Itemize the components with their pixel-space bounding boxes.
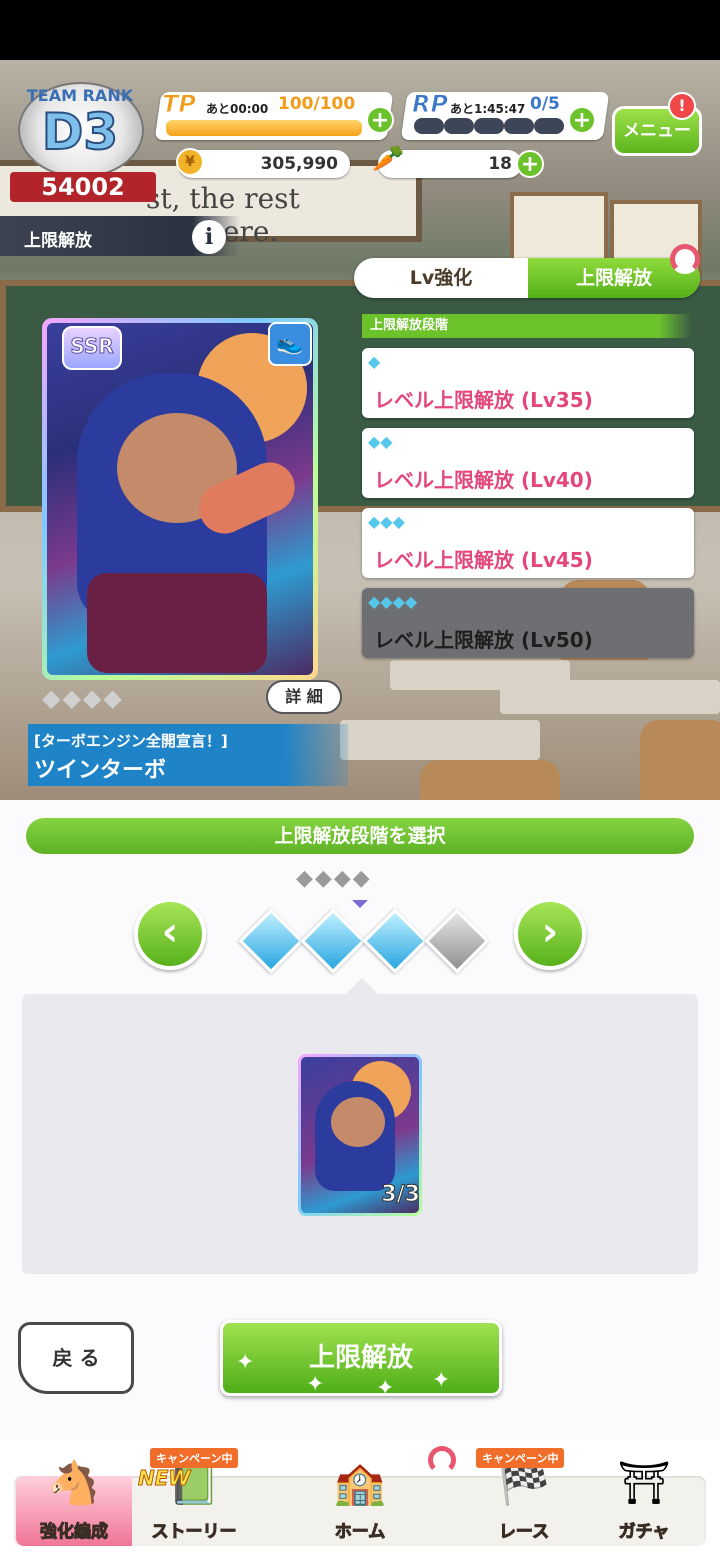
menu-alert-badge: ! xyxy=(668,92,696,120)
horseshoe-badge-icon xyxy=(428,1446,456,1474)
rp-gauge-pip xyxy=(474,118,504,134)
limit-break-button-label: 上限解放 xyxy=(308,1343,413,1373)
nav-label: レース xyxy=(498,1522,550,1543)
rp-recover-button[interactable]: + xyxy=(568,106,596,134)
desk xyxy=(340,720,540,760)
stage-row: ◆◆◆◆ レベル上限解放 (Lv50) xyxy=(362,588,694,658)
desk xyxy=(500,680,720,714)
character-icon: 🐴 xyxy=(47,1458,101,1507)
sparkle-icon: ✦ xyxy=(432,1368,451,1393)
stage-gems-icon: ◆◆◆◆ xyxy=(368,592,418,611)
horseshoe-badge-icon xyxy=(670,244,700,274)
speed-type-icon: 👟 xyxy=(268,322,312,366)
tp-value: 100/100 xyxy=(278,94,356,114)
chair xyxy=(420,760,560,800)
rp-label: RP xyxy=(411,90,449,119)
nav-label: 強化編成 xyxy=(40,1522,109,1543)
rp-gauge-pip xyxy=(444,118,474,134)
stage-indicator-gems-icon: ◆◆◆◆ xyxy=(296,866,372,891)
stage-label: レベル上限解放 (Lv50) xyxy=(374,628,593,652)
rarity-badge: SSR xyxy=(62,326,122,370)
tp-recover-button[interactable]: + xyxy=(366,106,394,134)
back-button[interactable]: 戻 る xyxy=(18,1322,134,1394)
nav-item-home[interactable]: 🏫 ホーム xyxy=(258,1458,462,1546)
campaign-badge: キャンペーン中 xyxy=(150,1448,239,1468)
sparkle-icon: ✦ xyxy=(376,1376,395,1401)
stage-label: レベル上限解放 (Lv35) xyxy=(374,388,593,412)
stage-gems-icon: ◆◆◆ xyxy=(368,512,405,531)
prev-stage-button[interactable]: ‹ xyxy=(134,898,206,970)
stage-gems-icon: ◆ xyxy=(368,352,381,371)
carrot-jewel-icon: 🥕 xyxy=(372,144,405,174)
stage-gems-icon: ◆◆ xyxy=(368,432,393,451)
nav-item-gacha[interactable]: ⛩ ガチャ xyxy=(586,1458,702,1546)
next-stage-button[interactable]: › xyxy=(514,898,586,970)
new-badge: NEW xyxy=(137,1466,191,1491)
school-building-icon: 🏫 xyxy=(333,1458,387,1507)
stage-label: レベル上限解放 (Lv45) xyxy=(374,548,593,572)
money-value: 305,990 xyxy=(260,154,338,174)
nav-item-enhance[interactable]: 🐴 強化編成 xyxy=(16,1458,132,1546)
card-name: ツインターボ xyxy=(34,758,167,783)
status-bar xyxy=(0,0,720,60)
rp-timer: あと1:45:47 xyxy=(450,102,526,116)
nav-label: ガチャ xyxy=(618,1522,670,1543)
tp-timer: あと00:00 xyxy=(206,102,269,116)
nav-label: ホーム xyxy=(334,1522,386,1543)
team-rank-grade: D3 xyxy=(41,103,119,161)
stage-list-header: 上限解放段階 xyxy=(362,314,692,338)
card-art-figure xyxy=(331,1097,385,1147)
stage-row: ◆◆ レベル上限解放 (Lv40) xyxy=(362,428,694,498)
jewel-purchase-button[interactable]: + xyxy=(516,150,544,178)
card-limit-gems-icon: ◆◆◆◆ xyxy=(42,684,124,712)
stage-row: ◆◆◆ レベル上限解放 (Lv45) xyxy=(362,508,694,578)
rp-gauge-pip xyxy=(534,118,564,134)
rp-gauge-pip xyxy=(504,118,534,134)
team-rank-score: 54002 xyxy=(10,172,156,202)
stage-row: ◆ レベル上限解放 (Lv35) xyxy=(362,348,694,418)
rp-value: 0/5 xyxy=(530,94,560,114)
campaign-badge: キャンペーン中 xyxy=(476,1448,565,1468)
support-card-art xyxy=(47,323,313,675)
material-count: 3/3 xyxy=(381,1182,421,1208)
support-card[interactable] xyxy=(42,318,318,680)
jewel-value: 18 xyxy=(488,154,512,174)
tp-gauge xyxy=(164,118,364,138)
nav-label: ストーリー xyxy=(151,1522,237,1543)
card-epithet: [ターボエンジン全開宣言！] xyxy=(34,732,228,750)
coin-icon: ¥ xyxy=(176,148,204,176)
limit-break-button[interactable]: 上限解放 xyxy=(220,1320,502,1396)
page-title: 上限解放 xyxy=(24,231,92,251)
nav-item-race[interactable]: 🏁 レース xyxy=(466,1458,582,1546)
info-button[interactable]: i xyxy=(192,220,226,254)
sparkle-icon: ✦ xyxy=(236,1350,255,1375)
card-art-figure xyxy=(87,573,267,673)
sparkle-icon: ✦ xyxy=(306,1372,325,1397)
chair xyxy=(640,720,720,800)
gacha-gate-icon: ⛩ xyxy=(617,1458,671,1507)
rp-gauge-pip xyxy=(414,118,444,134)
stage-label: レベル上限解放 (Lv40) xyxy=(374,468,593,492)
details-button[interactable]: 詳 細 xyxy=(266,680,342,714)
stage-indicator-caret-icon xyxy=(352,900,368,908)
tp-label: TP xyxy=(162,90,197,119)
select-stage-title: 上限解放段階を選択 xyxy=(26,818,694,854)
tab-level-up[interactable]: Lv強化 xyxy=(354,258,528,298)
